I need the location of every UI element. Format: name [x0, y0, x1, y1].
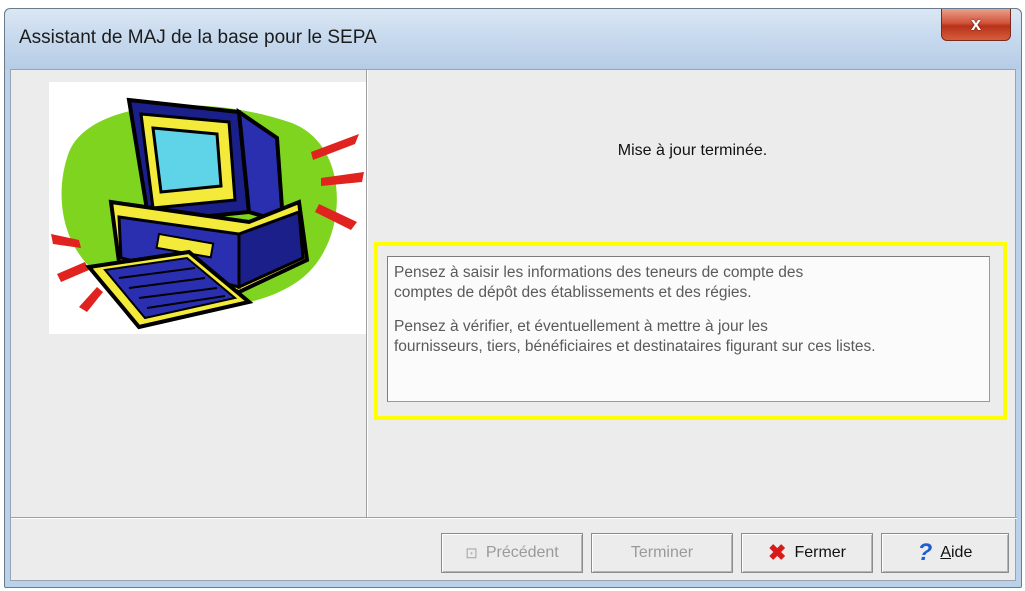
help-label-rest: ide [950, 544, 973, 561]
horizontal-divider [11, 517, 1017, 519]
finish-button[interactable]: Terminer [591, 533, 733, 573]
vertical-divider [366, 70, 368, 517]
help-mnemonic: A [940, 544, 951, 561]
note-p2-line1: Pensez à vérifier, et éventuellement à m… [394, 318, 768, 335]
finish-label: Terminer [630, 544, 694, 561]
close-button[interactable]: ✖ Fermer [741, 533, 873, 573]
title-bar[interactable]: Assistant de MAJ de la base pour le SEPA… [5, 9, 1021, 69]
note-textbox[interactable]: Pensez à saisir les informations des ten… [387, 256, 990, 402]
note-p1-line1: Pensez à saisir les informations des ten… [394, 264, 804, 281]
previous-label: Précédent [485, 544, 559, 561]
note-p2-line2: fournisseurs, tiers, bénéficiaires et de… [394, 338, 876, 355]
previous-button[interactable]: ⊡ Précédent [441, 533, 583, 573]
help-label: Aide [940, 544, 972, 562]
window-close-button[interactable]: x [941, 9, 1011, 41]
wizard-window: Assistant de MAJ de la base pour le SEPA… [4, 8, 1022, 588]
note-paragraph-2: Pensez à vérifier, et éventuellement à m… [394, 317, 983, 357]
dialog-body: Mise à jour terminée. Pensez à saisir le… [10, 69, 1017, 581]
help-button[interactable]: ? Aide [881, 533, 1009, 573]
help-question-icon: ? [917, 539, 933, 566]
note-p1-line2: comptes de dépôt des établissements et d… [394, 284, 752, 301]
note-paragraph-1: Pensez à saisir les informations des ten… [394, 263, 983, 303]
previous-icon: ⊡ [465, 545, 478, 562]
window-title: Assistant de MAJ de la base pour le SEPA [19, 27, 377, 48]
left-panel [11, 70, 367, 517]
red-x-icon: ✖ [768, 540, 787, 565]
computer-clipart-icon [49, 82, 367, 334]
status-message: Mise à jour terminée. [617, 142, 768, 159]
close-icon: x [970, 14, 981, 34]
close-label: Fermer [794, 544, 846, 561]
